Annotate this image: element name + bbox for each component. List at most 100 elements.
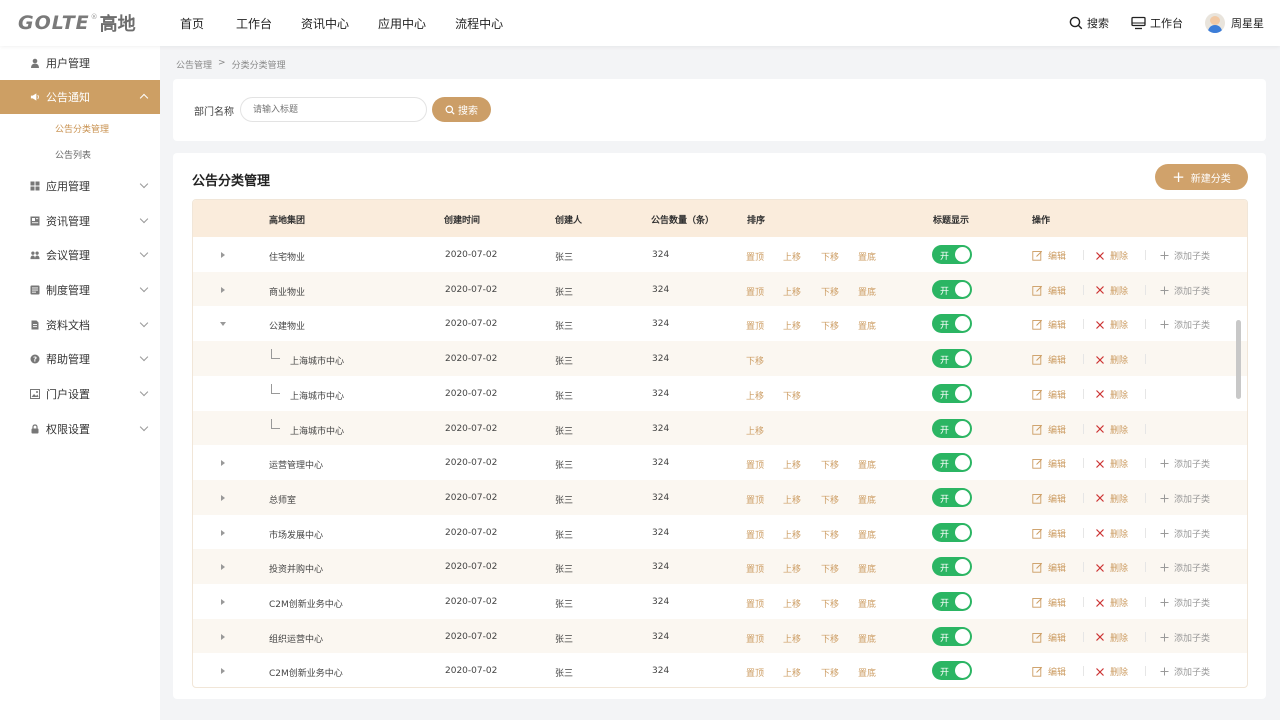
- sidebar-item-documents[interactable]: 资料文档: [0, 308, 160, 342]
- sort-bottom-link[interactable]: 置底: [858, 493, 876, 506]
- expand-caret-icon[interactable]: [221, 252, 225, 258]
- edit-button[interactable]: 编辑: [1032, 561, 1066, 574]
- sort-bottom-link[interactable]: 置底: [858, 250, 876, 263]
- add-child-button[interactable]: 添加子类: [1160, 284, 1210, 297]
- search-input[interactable]: [240, 97, 427, 122]
- add-child-button[interactable]: 添加子类: [1160, 631, 1210, 644]
- title-display-toggle[interactable]: 开: [932, 453, 972, 473]
- sort-bottom-link[interactable]: 置底: [858, 562, 876, 575]
- sort-down-link[interactable]: 下移: [821, 597, 839, 610]
- nav-home[interactable]: 首页: [180, 15, 204, 32]
- sort-bottom-link[interactable]: 置底: [858, 528, 876, 541]
- title-display-toggle[interactable]: 开: [932, 487, 972, 507]
- sort-down-link[interactable]: 下移: [821, 319, 839, 332]
- breadcrumb-item[interactable]: 公告管理: [176, 58, 212, 71]
- sidebar-subitem-announcement-list[interactable]: 公告列表: [0, 141, 160, 167]
- add-child-button[interactable]: 添加子类: [1160, 665, 1210, 678]
- sort-down-link[interactable]: 下移: [821, 528, 839, 541]
- add-child-button[interactable]: 添加子类: [1160, 249, 1210, 262]
- sort-down-link[interactable]: 下移: [821, 458, 839, 471]
- delete-button[interactable]: 删除: [1095, 284, 1128, 297]
- sort-top-link[interactable]: 置顶: [746, 493, 764, 506]
- title-display-toggle[interactable]: 开: [932, 626, 972, 646]
- sort-up-link[interactable]: 上移: [746, 424, 764, 437]
- edit-button[interactable]: 编辑: [1032, 318, 1066, 331]
- sidebar-item-help-management[interactable]: ? 帮助管理: [0, 342, 160, 376]
- delete-button[interactable]: 删除: [1095, 665, 1128, 678]
- sort-down-link[interactable]: 下移: [783, 389, 801, 402]
- nav-news-center[interactable]: 资讯中心: [301, 15, 349, 32]
- add-child-button[interactable]: 添加子类: [1160, 492, 1210, 505]
- delete-button[interactable]: 删除: [1095, 527, 1128, 540]
- sort-bottom-link[interactable]: 置底: [858, 319, 876, 332]
- title-display-toggle[interactable]: 开: [932, 522, 972, 542]
- sort-down-link[interactable]: 下移: [821, 632, 839, 645]
- add-child-button[interactable]: 添加子类: [1160, 457, 1210, 470]
- new-category-button[interactable]: + 新建分类: [1155, 164, 1248, 190]
- sort-up-link[interactable]: 上移: [783, 493, 801, 506]
- sort-top-link[interactable]: 置顶: [746, 597, 764, 610]
- nav-process-center[interactable]: 流程中心: [455, 15, 503, 32]
- delete-button[interactable]: 删除: [1095, 423, 1128, 436]
- delete-button[interactable]: 删除: [1095, 457, 1128, 470]
- delete-button[interactable]: 删除: [1095, 353, 1128, 366]
- edit-button[interactable]: 编辑: [1032, 423, 1066, 436]
- add-child-button[interactable]: 添加子类: [1160, 596, 1210, 609]
- sort-down-link[interactable]: 下移: [821, 250, 839, 263]
- add-child-button[interactable]: 添加子类: [1160, 561, 1210, 574]
- sidebar-item-meeting-management[interactable]: 会议管理: [0, 238, 160, 272]
- sort-top-link[interactable]: 置顶: [746, 528, 764, 541]
- edit-button[interactable]: 编辑: [1032, 631, 1066, 644]
- nav-app-center[interactable]: 应用中心: [378, 15, 426, 32]
- title-display-toggle[interactable]: 开: [932, 661, 972, 681]
- sort-down-link[interactable]: 下移: [746, 354, 764, 367]
- sort-top-link[interactable]: 置顶: [746, 632, 764, 645]
- sort-top-link[interactable]: 置顶: [746, 666, 764, 679]
- sidebar-item-user-management[interactable]: 用户管理: [0, 46, 160, 80]
- sort-up-link[interactable]: 上移: [783, 250, 801, 263]
- sort-down-link[interactable]: 下移: [821, 562, 839, 575]
- expand-caret-icon[interactable]: [221, 286, 225, 293]
- delete-button[interactable]: 删除: [1095, 492, 1128, 505]
- sort-bottom-link[interactable]: 置底: [858, 666, 876, 679]
- nav-workbench[interactable]: 工作台: [236, 15, 272, 32]
- title-display-toggle[interactable]: 开: [932, 592, 972, 611]
- title-display-toggle[interactable]: 开: [932, 383, 972, 403]
- sort-top-link[interactable]: 置顶: [746, 285, 764, 298]
- sort-up-link[interactable]: 上移: [783, 528, 801, 541]
- sort-up-link[interactable]: 上移: [783, 597, 801, 610]
- expand-caret-icon[interactable]: [221, 668, 225, 675]
- sort-top-link[interactable]: 置顶: [746, 458, 764, 471]
- title-display-toggle[interactable]: 开: [932, 279, 972, 299]
- sidebar-item-announcements[interactable]: 公告通知: [0, 80, 160, 114]
- sidebar-item-permission-settings[interactable]: 权限设置: [0, 412, 160, 446]
- add-child-button[interactable]: 添加子类: [1160, 318, 1210, 331]
- sort-bottom-link[interactable]: 置底: [858, 285, 876, 298]
- sort-up-link[interactable]: 上移: [783, 285, 801, 298]
- sidebar-item-portal-settings[interactable]: 门户设置: [0, 377, 160, 411]
- expand-caret-icon[interactable]: [221, 529, 225, 536]
- sort-bottom-link[interactable]: 置底: [858, 632, 876, 645]
- delete-button[interactable]: 删除: [1095, 631, 1128, 644]
- brand-logo[interactable]: GOLTE ® 高地: [18, 11, 136, 35]
- sort-top-link[interactable]: 置顶: [746, 319, 764, 332]
- sort-down-link[interactable]: 下移: [821, 285, 839, 298]
- sort-up-link[interactable]: 上移: [783, 632, 801, 645]
- sidebar-item-policy-management[interactable]: 制度管理: [0, 273, 160, 307]
- sort-up-link[interactable]: 上移: [783, 319, 801, 332]
- sort-up-link[interactable]: 上移: [746, 389, 764, 402]
- top-workbench-button[interactable]: 工作台: [1131, 15, 1183, 31]
- delete-button[interactable]: 删除: [1095, 561, 1128, 574]
- user-menu[interactable]: 周星星: [1205, 13, 1264, 33]
- delete-button[interactable]: 删除: [1095, 249, 1128, 262]
- sort-up-link[interactable]: 上移: [783, 458, 801, 471]
- edit-button[interactable]: 编辑: [1032, 353, 1066, 366]
- sort-down-link[interactable]: 下移: [821, 493, 839, 506]
- sidebar-item-app-management[interactable]: 应用管理: [0, 169, 160, 203]
- collapse-caret-icon[interactable]: [220, 322, 226, 327]
- edit-button[interactable]: 编辑: [1032, 527, 1066, 540]
- sort-top-link[interactable]: 置顶: [746, 562, 764, 575]
- search-button[interactable]: 搜索: [432, 97, 491, 122]
- expand-caret-icon[interactable]: [221, 599, 225, 605]
- sort-bottom-link[interactable]: 置底: [858, 458, 876, 471]
